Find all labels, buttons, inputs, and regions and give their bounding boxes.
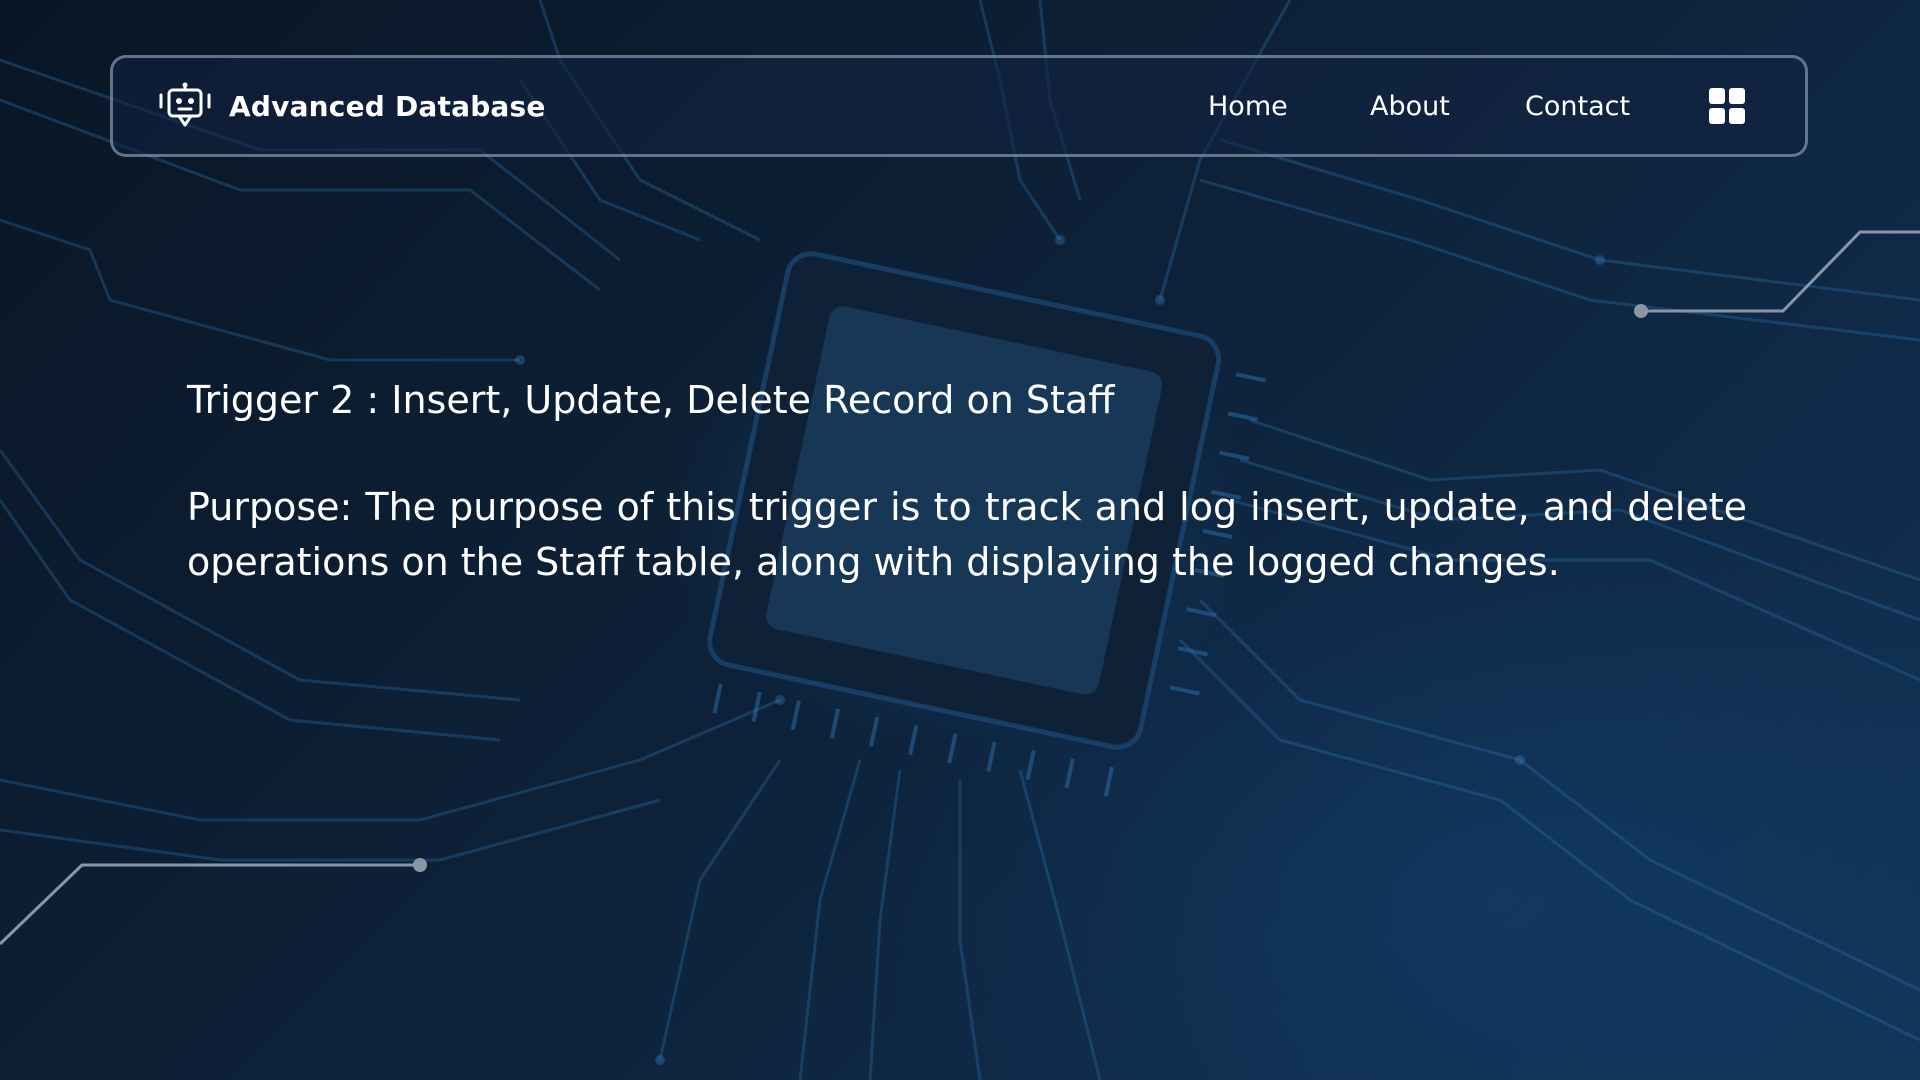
grid-menu-cell [1709,108,1725,124]
grid-menu-cell [1709,88,1725,104]
nav-link-contact[interactable]: Contact [1525,91,1630,122]
brand-name: Advanced Database [229,89,546,123]
purpose-paragraph: Purpose: The purpose of this trigger is … [187,485,1747,584]
brand[interactable]: Advanced Database [157,81,546,131]
grid-menu-cell [1729,108,1745,124]
robot-icon [159,82,211,127]
grid-menu-icon[interactable] [1709,88,1745,124]
slide: Advanced Database Home About Contact Tri… [0,0,1920,1080]
nav-link-home[interactable]: Home [1208,91,1288,122]
main-content: Trigger 2 : Insert, Update, Delete Recor… [187,372,1747,590]
page-title: Trigger 2 : Insert, Update, Delete Recor… [187,378,1115,422]
top-navbar: Advanced Database Home About Contact [110,55,1808,157]
nav-link-about[interactable]: About [1370,91,1450,122]
grid-menu-cell [1729,88,1745,104]
